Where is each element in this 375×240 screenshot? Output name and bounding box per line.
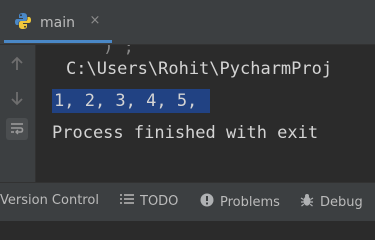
arrow-down-icon[interactable] — [6, 87, 28, 109]
console-line-partial: ) ; — [52, 45, 134, 57]
arrow-up-icon[interactable] — [6, 53, 28, 75]
soft-wrap-icon[interactable] — [6, 118, 28, 140]
list-icon — [120, 193, 134, 209]
selected-output-text: 1, 2, 3, 4, 5, — [52, 89, 210, 113]
problems-button[interactable]: Problems — [200, 193, 280, 211]
python-icon — [14, 12, 32, 34]
console-line-output: 1, 2, 3, 4, 5, — [52, 89, 210, 113]
tool-window-header: main × — [0, 0, 375, 44]
version-control-label: Version Control — [0, 193, 99, 208]
tab-main[interactable]: main — [10, 8, 79, 38]
close-icon[interactable]: × — [88, 14, 102, 28]
tab-label: main — [40, 15, 75, 31]
active-tab-indicator — [4, 40, 112, 43]
console-output[interactable]: ) ; C:\Users\Rohit\PycharmProj 1, 2, 3, … — [36, 45, 375, 182]
todo-label: TODO — [140, 193, 179, 209]
console-line-path: C:\Users\Rohit\PycharmProj — [66, 59, 333, 79]
problems-icon — [200, 193, 214, 211]
console-line-exit: Process finished with exit — [52, 123, 319, 143]
version-control-button[interactable]: Version Control — [0, 193, 99, 208]
todo-button[interactable]: TODO — [120, 193, 178, 209]
debug-label: Debug — [320, 194, 363, 210]
console-toolbar — [0, 45, 36, 182]
status-bar: Version Control TODO Problems Debug — [0, 182, 375, 221]
problems-label: Problems — [220, 194, 280, 210]
debug-button[interactable]: Debug — [300, 193, 363, 211]
bug-icon — [300, 193, 314, 211]
